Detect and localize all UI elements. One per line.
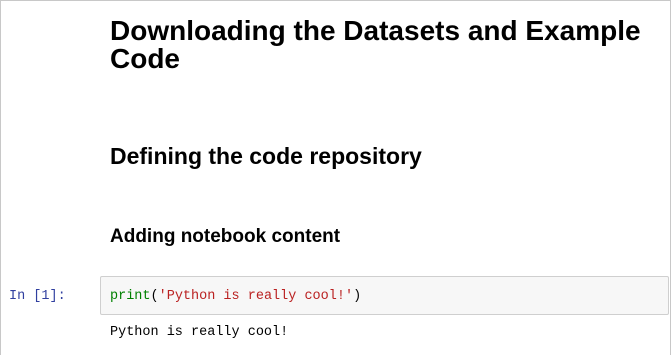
input-prompt: In [1]: [9, 289, 66, 304]
code-close-paren: ) [353, 289, 362, 304]
heading-downloading-datasets: Downloading the Datasets and Example Cod… [110, 15, 641, 74]
markdown-cell-content[interactable]: Adding notebook content [110, 226, 660, 248]
notebook-frame: Downloading the Datasets and Example Cod… [0, 0, 671, 355]
code-builtin-print: print [110, 289, 151, 304]
heading-adding-notebook-content: Adding notebook content [110, 226, 341, 247]
code-cell-input[interactable]: print('Python is really cool!') [100, 276, 669, 315]
heading-defining-code-repository: Defining the code repository [110, 143, 422, 169]
code-cell-output: Python is really cool! [110, 325, 289, 340]
markdown-cell-repository[interactable]: Defining the code repository [110, 143, 660, 169]
code-open-paren: ( [150, 289, 159, 304]
code-line: print('Python is really cool!') [110, 289, 361, 305]
code-string-literal: 'Python is really cool!' [158, 289, 354, 304]
markdown-cell-title[interactable]: Downloading the Datasets and Example Cod… [110, 17, 660, 73]
